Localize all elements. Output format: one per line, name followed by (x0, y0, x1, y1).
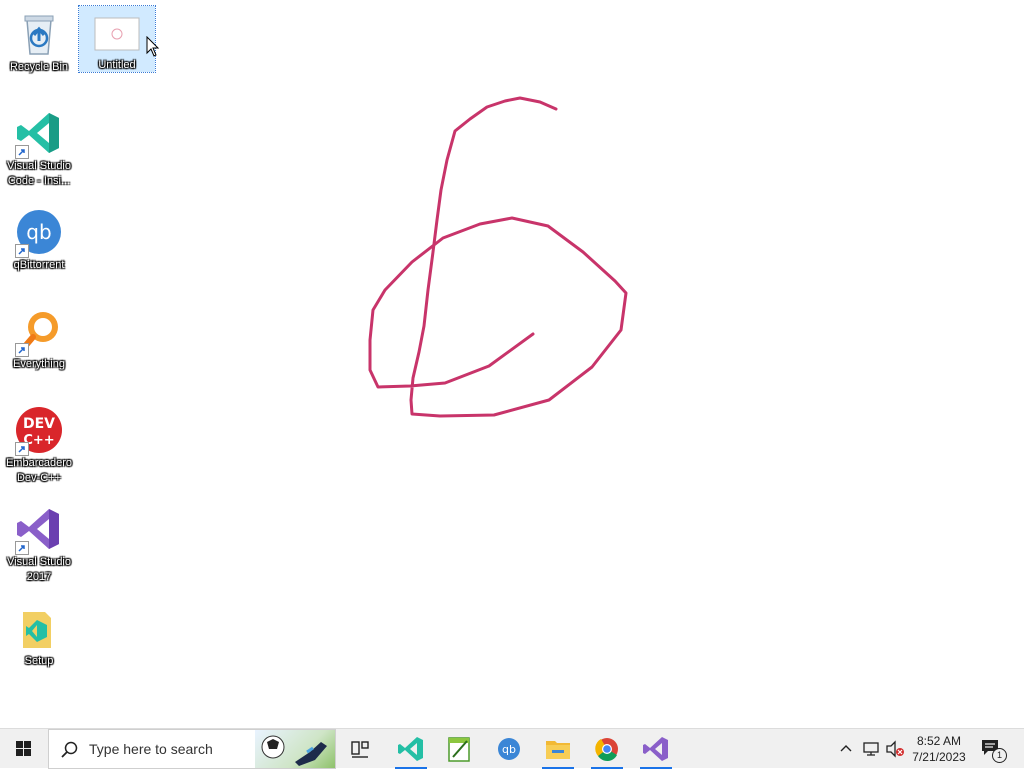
taskbar-app-notepad-plus[interactable] (439, 729, 479, 769)
network-icon (863, 742, 879, 756)
running-indicator (542, 767, 574, 769)
network-button[interactable] (862, 740, 880, 763)
notification-count-badge: 1 (992, 748, 1007, 763)
volume-muted-icon (886, 740, 904, 758)
taskbar-app-qbittorrent[interactable]: qb (489, 729, 529, 769)
show-hidden-icons-button[interactable] (838, 741, 854, 762)
taskbar-app-visual-studio[interactable] (636, 729, 676, 769)
search-placeholder: Type here to search (89, 741, 213, 757)
volume-button[interactable] (885, 740, 905, 763)
visual-studio-icon (643, 737, 668, 761)
folder-icon (546, 741, 570, 759)
desktop: Recycle Bin Untitled Visual Studio Code … (0, 0, 1024, 728)
drawn-stroke (368, 96, 628, 418)
running-indicator (591, 767, 623, 769)
taskbar-clock[interactable]: 8:52 AM 7/21/2023 (906, 733, 972, 765)
search-icon (61, 741, 78, 758)
clock-time: 8:52 AM (916, 734, 962, 748)
qbittorrent-icon: qb (498, 738, 520, 760)
running-indicator (640, 767, 672, 769)
chrome-icon (595, 738, 618, 761)
svg-text:qb: qb (502, 743, 516, 756)
mouse-cursor-icon (146, 36, 160, 57)
chevron-up-icon (840, 745, 852, 752)
taskbar-app-vscode-insiders[interactable] (391, 729, 431, 769)
task-view-button[interactable] (340, 729, 380, 769)
taskbar-search-box[interactable]: Type here to search (48, 729, 336, 769)
action-center-button[interactable]: 1 (980, 738, 1008, 763)
taskbar: Type here to search qb 8:52 AM 7/21/2023… (0, 728, 1024, 769)
vscode-insiders-icon (398, 737, 423, 761)
running-indicator (395, 767, 427, 769)
task-view-icon (351, 741, 369, 758)
taskbar-app-chrome[interactable] (587, 729, 627, 769)
start-button[interactable] (0, 729, 48, 769)
clock-date: 7/21/2023 (912, 750, 966, 764)
taskbar-app-file-explorer[interactable] (538, 729, 578, 769)
notepad-icon (448, 737, 470, 762)
search-highlight-image (255, 730, 335, 768)
windows-logo-icon (16, 741, 31, 756)
